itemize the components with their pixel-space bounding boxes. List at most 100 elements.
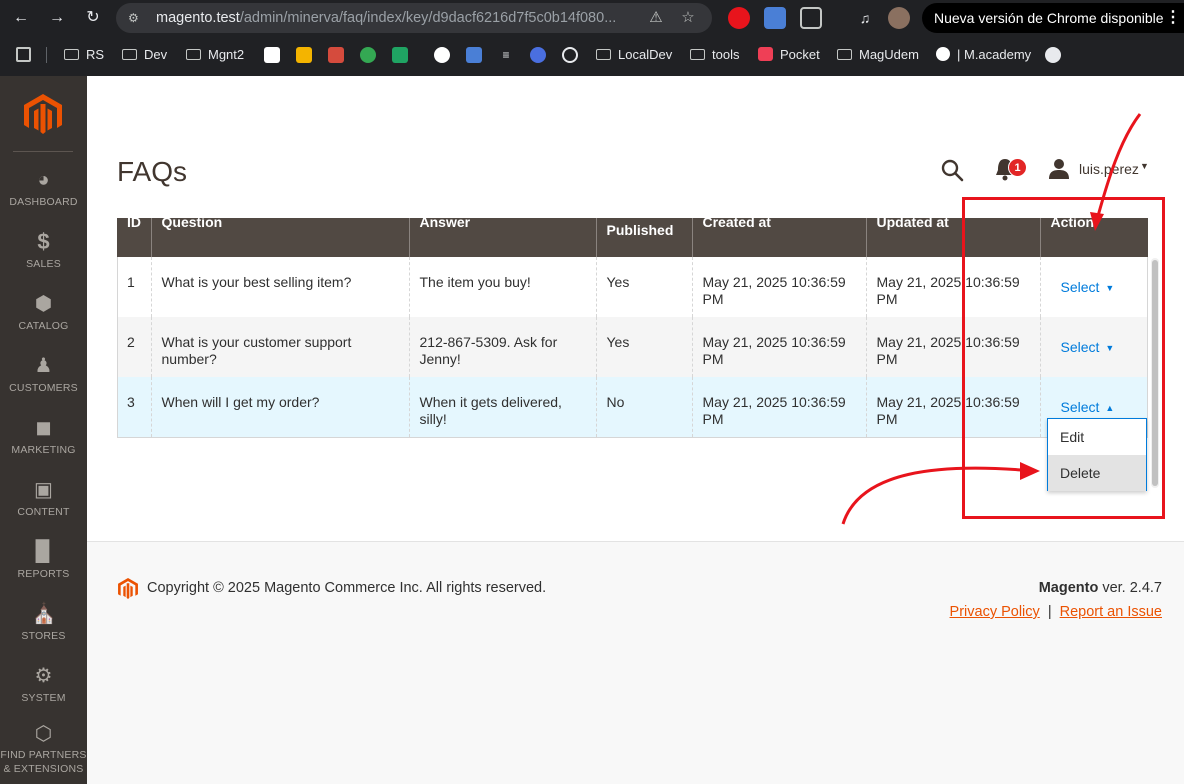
column-header-answer[interactable]: Answer [408, 218, 596, 257]
box-icon: ⬢ [34, 293, 53, 315]
translate-bookmark-icon[interactable] [466, 47, 482, 63]
sidebar-item-system[interactable]: ⚙ SYSTEM [0, 664, 87, 724]
search-icon[interactable] [940, 158, 964, 182]
forward-icon[interactable]: → [44, 5, 70, 31]
cell-id: 1 [117, 257, 151, 317]
bookmark-folder-mgnt2[interactable]: Mgnt2 [186, 46, 244, 64]
dollar-icon: $ [37, 229, 50, 254]
sidebar-item-label: STORES [21, 630, 66, 642]
sidebar-item-label: FIND PARTNERS & EXTENSIONS [0, 748, 87, 776]
bookmark-star-icon[interactable]: ☆ [678, 8, 698, 28]
openai-icon[interactable] [562, 47, 578, 63]
folder-icon [596, 49, 611, 60]
notification-badge[interactable]: 1 [1008, 158, 1027, 177]
drive-icon[interactable] [392, 47, 408, 63]
column-label: Created at [702, 218, 771, 230]
site-settings-icon[interactable]: ⚙ [128, 10, 144, 26]
sidebar-item-label: CUSTOMERS [9, 382, 78, 394]
column-label: Published [606, 222, 674, 238]
bookmarks-bar: RS Dev Mgnt2 ≡ LocalDev tools Pocket Mag… [0, 38, 1184, 72]
photos-icon[interactable] [360, 47, 376, 63]
bookmark-pocket[interactable]: Pocket [758, 46, 820, 64]
sidebar-item-find-partners[interactable]: ⬡ FIND PARTNERS & EXTENSIONS [0, 722, 87, 782]
column-header-created-at[interactable]: Created at [691, 218, 866, 257]
extensions-puzzle-icon[interactable] [800, 7, 822, 29]
cell-created-at: May 21, 2025 10:36:59 PM [691, 257, 866, 317]
bookmark-label: tools [712, 47, 740, 62]
magento-logo-icon [118, 578, 138, 599]
bookmark-label: MagUdem [859, 47, 919, 62]
bookmark-folder-magudem[interactable]: MagUdem [837, 46, 919, 64]
sidebar-item-reports[interactable]: ▉ REPORTS [0, 540, 87, 600]
version-number: ver. 2.4.7 [1098, 580, 1162, 596]
bookmark-divider [46, 47, 47, 63]
person-icon: ♟ [34, 355, 53, 377]
cell-published: Yes [595, 317, 692, 377]
text-tool-icon[interactable]: ≡ [498, 47, 514, 63]
sidebar-item-sales[interactable]: $ SALES [0, 230, 87, 290]
version-text: Magento ver. 2.4.7 [1039, 580, 1162, 596]
column-header-id[interactable]: ID [117, 218, 151, 257]
kebab-menu-icon[interactable]: ⋮ [1165, 3, 1181, 33]
cell-answer: 212-867-5309. Ask for Jenny! [408, 317, 596, 377]
cell-created-at: May 21, 2025 10:36:59 PM [691, 377, 866, 438]
gmail-icon[interactable] [328, 47, 344, 63]
column-label: ID [127, 218, 141, 230]
bookmark-folder-localdev[interactable]: LocalDev [596, 46, 672, 64]
extensions-icon: ⬡ [34, 723, 53, 745]
update-notice-label: Nueva versión de Chrome disponible [934, 10, 1164, 26]
reload-icon[interactable]: ↻ [80, 5, 106, 31]
chrome-update-button[interactable]: Nueva versión de Chrome disponible ⋮ [922, 3, 1184, 33]
macademy-icon [936, 47, 950, 61]
sidebar-item-label: CATALOG [18, 320, 69, 332]
bookmark-macademy[interactable]: | M.academy [936, 46, 1031, 64]
url-host: magento.test [156, 10, 240, 26]
bookmark-label: RS [86, 47, 105, 62]
address-bar[interactable]: ⚙ magento.test/admin/minerva/faq/index/k… [116, 3, 712, 33]
layout-icon: ▣ [34, 479, 53, 501]
sidebar-item-customers[interactable]: ♟ CUSTOMERS [0, 354, 87, 414]
translate-icon[interactable]: ⚠ [646, 8, 666, 28]
sidebar-item-dashboard[interactable]: ◕ DASHBOARD [0, 168, 87, 228]
google-icon[interactable] [434, 47, 450, 63]
keep-icon[interactable] [296, 47, 312, 63]
media-control-icon[interactable]: ♫ [854, 7, 876, 29]
column-header-question[interactable]: Question [150, 218, 409, 257]
sidebar-item-catalog[interactable]: ⬢ CATALOG [0, 292, 87, 352]
sidebar-item-marketing[interactable]: ◼ MARKETING [0, 416, 87, 476]
notion-icon[interactable] [264, 47, 280, 63]
page-footer: Copyright © 2025 Magento Commerce Inc. A… [87, 541, 1184, 784]
cell-published: Yes [595, 257, 692, 317]
sidebar-item-content[interactable]: ▣ CONTENT [0, 478, 87, 538]
column-header-is-published[interactable]: Published [595, 218, 692, 257]
bookmark-folder-rs[interactable]: RS [64, 46, 104, 64]
extension-translate-icon[interactable] [764, 7, 786, 29]
magento-logo-icon[interactable] [24, 94, 62, 136]
apps-grid-icon[interactable] [16, 47, 31, 62]
folder-icon [186, 49, 201, 60]
bookmark-label: LocalDev [618, 47, 673, 62]
back-icon[interactable]: ← [8, 5, 34, 31]
page-title: FAQs [117, 156, 188, 187]
url-text: magento.test/admin/minerva/faq/index/key… [156, 10, 638, 26]
sidebar-item-label: REPORTS [17, 568, 70, 580]
cell-id: 3 [117, 377, 151, 438]
report-issue-link[interactable]: Report an Issue [1060, 604, 1162, 620]
username: luis.perez [1079, 161, 1139, 177]
bookmark-label: Dev [144, 47, 168, 62]
bookmark-folder-tools[interactable]: tools [690, 46, 739, 64]
extension-adblock-icon[interactable] [728, 7, 750, 29]
admin-sidebar: ◕ DASHBOARD $ SALES ⬢ CATALOG ♟ CUSTOMER… [0, 76, 87, 784]
pocket-icon [758, 47, 773, 61]
sidebar-item-stores[interactable]: ⛪ STORES [0, 602, 87, 662]
star-app-icon[interactable] [530, 47, 546, 63]
sidebar-divider [13, 151, 73, 152]
cell-question: What is your customer support number? [150, 317, 409, 377]
store-icon: ⛪ [31, 603, 57, 625]
bookmark-folder-dev[interactable]: Dev [122, 46, 167, 64]
privacy-policy-link[interactable]: Privacy Policy [950, 604, 1040, 620]
megaphone-icon: ◼ [35, 417, 52, 439]
bookmark-label: Pocket [780, 47, 820, 62]
profile-avatar[interactable] [888, 7, 910, 29]
github-icon[interactable] [1045, 47, 1061, 63]
